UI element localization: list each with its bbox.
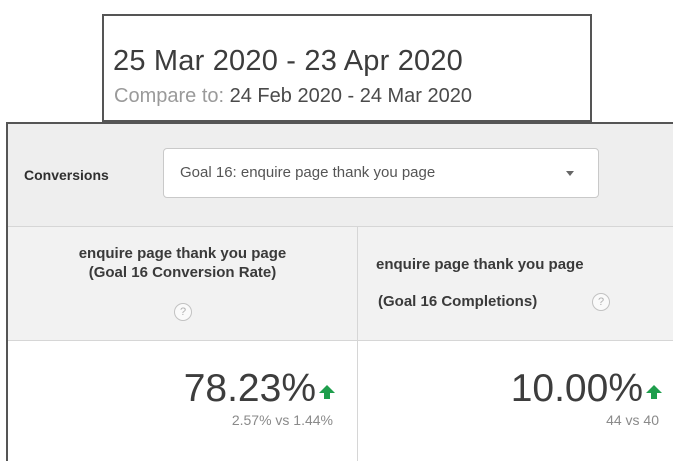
compare-label: Compare to:: [114, 85, 225, 107]
conversion-rate-value: 78.23%: [183, 367, 316, 410]
metric-header-completions-line1[interactable]: enquire page thank you page: [376, 256, 584, 273]
metric-header-line1: enquire page thank you page: [78, 245, 287, 262]
conversions-toolbar: Conversions Goal 16: enquire page thank …: [8, 124, 673, 227]
metric-header-row: enquire page thank you page (Goal 16 Con…: [8, 227, 673, 341]
report-panel: Conversions Goal 16: enquire page thank …: [6, 122, 673, 461]
completions-value: 10.00%: [510, 367, 643, 410]
metric-header-conversion-rate[interactable]: enquire page thank you page (Goal 16 Con…: [8, 244, 357, 282]
metric-header-completions-line2[interactable]: (Goal 16 Completions): [378, 293, 537, 310]
help-icon[interactable]: ?: [174, 303, 192, 321]
completions-comparison: 44 vs 40: [606, 412, 659, 428]
date-range-main: 25 Mar 2020 - 23 Apr 2020: [113, 45, 464, 77]
help-icon[interactable]: ?: [592, 293, 610, 311]
report-screenshot: 25 Mar 2020 - 23 Apr 2020 Compare to: 24…: [0, 0, 673, 461]
compare-value: 24 Feb 2020 - 24 Mar 2020: [229, 85, 473, 107]
goal-select-value: Goal 16: enquire page thank you page: [180, 164, 436, 181]
goal-select-dropdown[interactable]: Goal 16: enquire page thank you page: [163, 148, 599, 198]
conversions-label: Conversions: [24, 167, 109, 183]
date-range-card[interactable]: 25 Mar 2020 - 23 Apr 2020 Compare to: 24…: [102, 14, 592, 122]
metric-header-line2: (Goal 16 Conversion Rate): [88, 264, 277, 281]
chevron-down-icon: [566, 171, 574, 176]
column-divider: [357, 227, 358, 461]
date-range-compare: Compare to: 24 Feb 2020 - 24 Mar 2020: [114, 85, 472, 108]
conversion-rate-comparison: 2.57% vs 1.44%: [231, 412, 333, 428]
metric-value-row: 78.23% 2.57% vs 1.44% 10.00% 44 vs 40: [8, 341, 673, 461]
